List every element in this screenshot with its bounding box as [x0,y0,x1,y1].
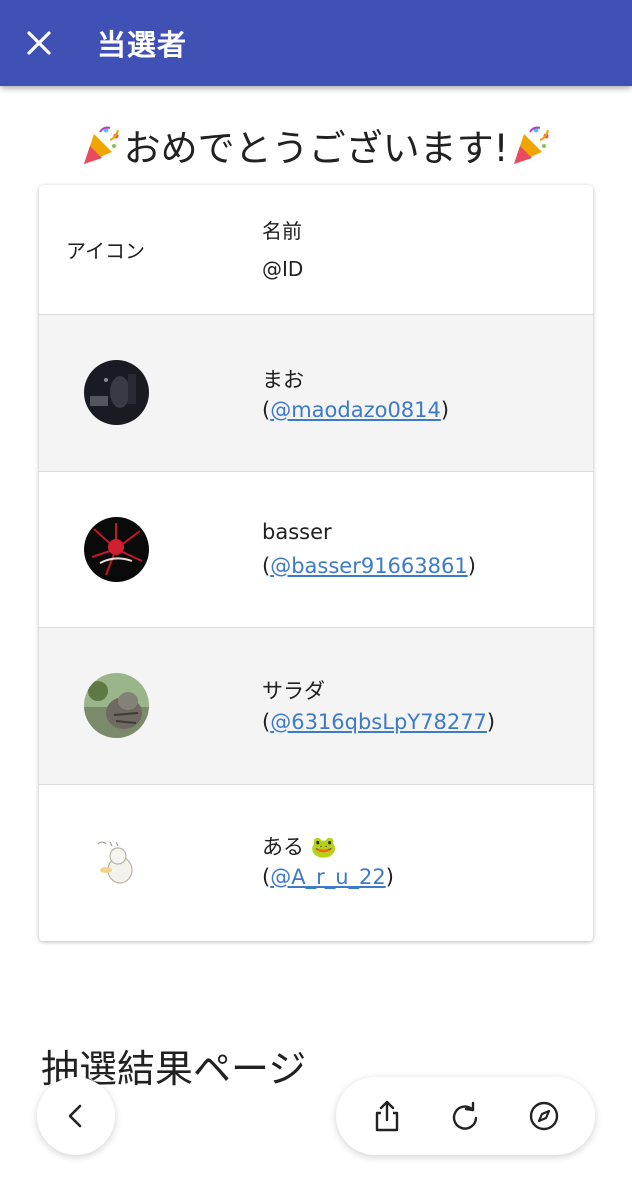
header-icon-label: アイコン [66,239,145,263]
congrats-text: おめでとうございます! [123,127,509,170]
header-id-label: @ID [262,257,304,281]
dark-photo-avatar [84,360,149,425]
reload-icon [453,1101,478,1130]
paren-open: ( [262,554,271,578]
close-button[interactable] [19,23,59,63]
red-logo-avatar [84,517,149,582]
compass-icon [529,1101,559,1131]
close-icon [27,31,51,55]
table-header-row: アイコン 名前 @ID [39,185,593,315]
paren-open: ( [262,865,271,889]
winner-name: サラダ [262,679,325,703]
party-popper-icon [514,126,550,164]
open-in-browser-button[interactable] [520,1092,568,1140]
winner-handle: (@A_r_u_22) [262,865,394,889]
page-title: 当選者 [97,28,188,62]
winner-profile-link[interactable]: @A_r_u_22 [270,865,386,889]
browser-toolbar [336,1077,595,1155]
app-bar: 当選者 [0,0,632,86]
table-row: サラダ (@6316qbsLpY78277) [39,628,593,785]
party-popper-icon [83,126,119,164]
winner-handle: (@maodazo0814) [262,398,449,422]
table-row: ある 🐸 (@A_r_u_22) [39,785,593,941]
paren-close: ) [486,710,496,734]
back-button[interactable] [37,1077,115,1155]
winner-profile-link[interactable]: @maodazo0814 [270,398,441,422]
winners-table: アイコン 名前 @ID まお (@maodazo0814) basser (@b… [39,185,593,941]
winner-handle: (@basser91663861) [262,554,476,578]
share-button[interactable] [363,1092,411,1140]
table-row: まお (@maodazo0814) [39,315,593,472]
paren-close: ) [385,865,394,889]
paren-open: ( [262,710,271,734]
reload-button[interactable] [441,1092,489,1140]
winner-name: まお [262,368,304,392]
congrats-heading: おめでとうございます! [0,118,632,172]
paren-close: ) [467,554,476,578]
winner-profile-link[interactable]: @6316qbsLpY78277 [270,710,487,734]
chevron-left-icon [68,1104,82,1128]
cat-photo-avatar [84,673,149,738]
header-name-label: 名前 [262,219,302,243]
winner-profile-link[interactable]: @basser91663861 [270,554,468,578]
paren-open: ( [262,398,271,422]
winner-name: ある 🐸 [262,835,337,859]
share-icon [375,1100,399,1132]
winner-name: basser [262,520,332,544]
paren-close: ) [440,398,450,422]
sketch-avatar [84,830,149,895]
table-row: basser (@basser91663861) [39,472,593,628]
winner-handle: (@6316qbsLpY78277) [262,710,495,734]
